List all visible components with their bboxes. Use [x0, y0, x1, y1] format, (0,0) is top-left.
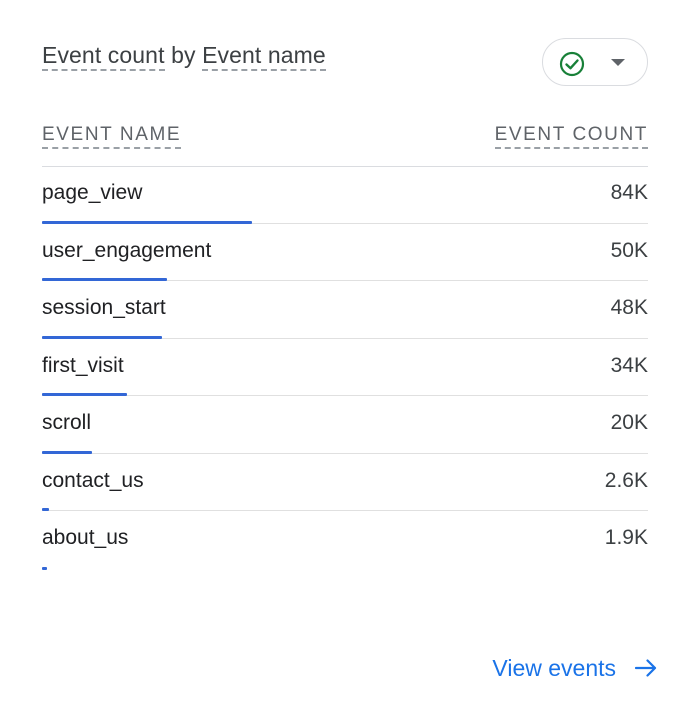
table-header: EVENT NAME EVENT COUNT [42, 122, 648, 167]
comparison-filter-button[interactable] [542, 38, 648, 86]
dimension-label[interactable]: Event name [202, 42, 326, 71]
event-count-card: Event count by Event name EVENT NAME EVE… [0, 0, 690, 702]
table-row[interactable]: contact_us 2.6K [42, 454, 648, 511]
table-row[interactable]: session_start 48K [42, 281, 648, 339]
table-row[interactable]: first_visit 34K [42, 339, 648, 396]
table-row[interactable]: user_engagement 50K [42, 224, 648, 281]
event-count-cell: 84K [610, 181, 648, 204]
table-row[interactable]: scroll 20K [42, 396, 648, 454]
event-table-body: page_view 84K user_engagement 50K session_st… [42, 166, 648, 570]
column-header-event-name[interactable]: EVENT NAME [42, 124, 182, 149]
table-row[interactable]: page_view 84K [42, 166, 648, 224]
check-circle-icon [559, 51, 585, 77]
view-events-label: View events [492, 654, 616, 681]
table-row[interactable]: about_us 1.9K [42, 511, 648, 570]
event-name-cell: session_start [42, 296, 166, 319]
event-count-cell: 34K [610, 353, 648, 377]
event-count-cell: 2.6K [604, 468, 648, 492]
event-name-cell: page_view [42, 181, 143, 204]
caret-down-icon [611, 59, 625, 66]
event-count-bar [42, 566, 47, 570]
card-title: Event count by Event name [42, 42, 326, 71]
event-name-cell: user_engagement [42, 238, 212, 262]
metric-dimension-label[interactable]: Event count [42, 42, 165, 71]
event-count-cell: 20K [610, 411, 648, 434]
card-header: Event count by Event name [42, 38, 648, 90]
arrow-right-icon [634, 659, 657, 677]
column-header-event-count[interactable]: EVENT COUNT [494, 124, 648, 149]
event-count-cell: 1.9K [604, 526, 648, 549]
event-count-cell: 50K [610, 238, 648, 262]
event-name-cell: contact_us [42, 468, 144, 492]
event-count-cell: 48K [610, 296, 648, 319]
title-connector: by [164, 42, 203, 68]
event-name-cell: first_visit [42, 353, 124, 377]
event-name-cell: scroll [42, 411, 92, 434]
event-name-cell: about_us [42, 526, 129, 549]
view-events-link[interactable]: View events [492, 652, 658, 684]
